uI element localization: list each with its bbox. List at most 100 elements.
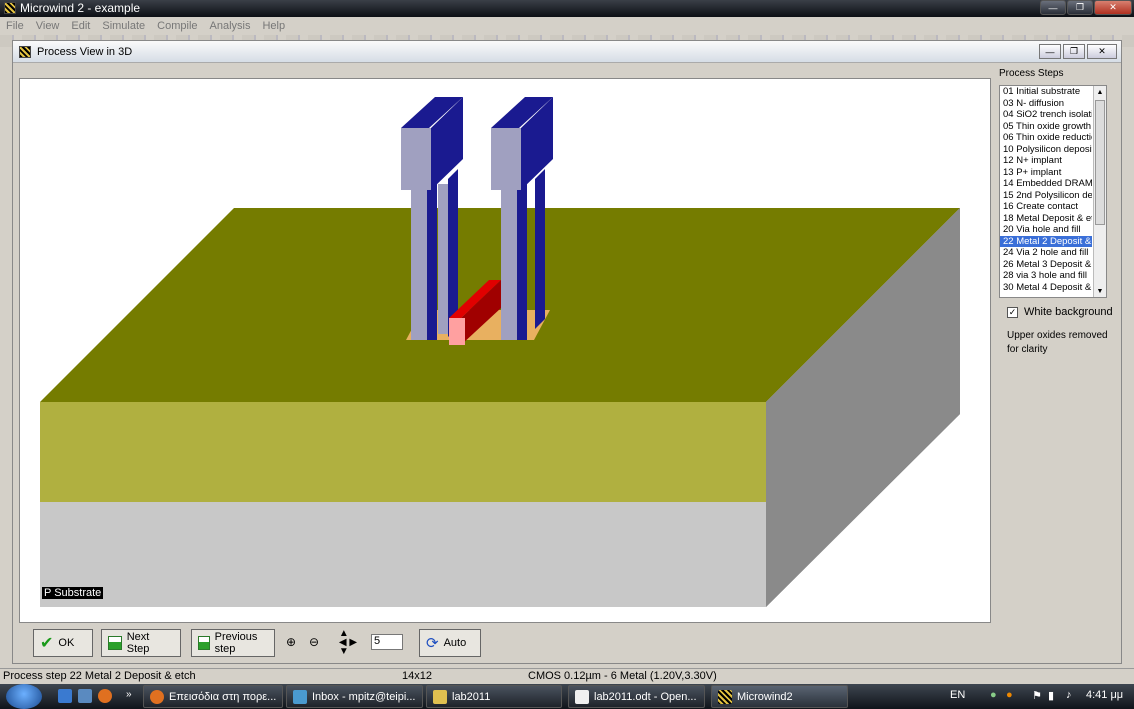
tray-volume-icon[interactable]: ♪ — [1066, 689, 1072, 701]
step-size-input[interactable]: 5 — [371, 634, 403, 650]
menu-analysis[interactable]: Analysis — [210, 20, 251, 32]
firefox-icon — [150, 689, 164, 704]
process-step-item[interactable]: 13 P+ implant — [1000, 167, 1092, 179]
task-inbox[interactable]: Inbox - mpitz@teipi... — [286, 685, 423, 708]
clock[interactable]: 4:41 μμ — [1086, 689, 1123, 701]
white-background-checkbox[interactable]: ✓ — [1007, 306, 1018, 318]
previous-step-button[interactable]: Previous step — [191, 629, 275, 657]
document-icon — [575, 689, 589, 704]
taskbar: » Επεισόδια στη πορε... Inbox - mpitz@te… — [0, 684, 1134, 709]
app-window: Microwind 2 - example — ❐ ✕ File View Ed… — [0, 0, 1134, 684]
task-inbox-label: Inbox - mpitz@teipi... — [312, 690, 416, 703]
steps-scrollbar[interactable]: ▲ ▼ — [1093, 86, 1106, 297]
firefox-quicklaunch-icon[interactable] — [98, 689, 112, 703]
process-step-item[interactable]: 18 Metal Deposit & etch — [1000, 213, 1092, 225]
process-step-item[interactable]: 20 Via hole and fill — [1000, 224, 1092, 236]
task-firefox-label: Επεισόδια στη πορε... — [169, 690, 277, 703]
white-background-toggle[interactable]: ✓ White background — [1007, 306, 1113, 318]
switch-windows-icon[interactable] — [78, 689, 92, 703]
zoom-in-icon[interactable]: ⊕ — [281, 631, 301, 653]
language-indicator[interactable]: EN — [950, 689, 965, 701]
quicklaunch-overflow-icon[interactable]: » — [126, 689, 132, 700]
left-via-stack-dark — [427, 184, 437, 340]
tray-flag-icon[interactable]: ⚑ — [1032, 689, 1042, 702]
tray-update-icon[interactable]: ● — [1006, 689, 1013, 701]
process-view-window: Process View in 3D — ❐ ✕ P Substrate Pro… — [12, 40, 1122, 664]
previous-step-icon — [198, 636, 210, 650]
process-step-item[interactable]: 03 N- diffusion — [1000, 98, 1092, 110]
microwind-app-icon — [4, 2, 16, 14]
task-lab2011-folder-label: lab2011 — [452, 690, 491, 703]
process-step-item[interactable]: 10 Polysilicon deposit — [1000, 144, 1092, 156]
process-step-item[interactable]: 30 Metal 4 Deposit & — [1000, 282, 1092, 294]
status-grid: 14x12 — [402, 670, 432, 682]
process-step-item[interactable]: 14 Embedded DRAM — [1000, 178, 1092, 190]
task-firefox[interactable]: Επεισόδια στη πορε... — [143, 685, 283, 708]
process-step-item[interactable]: 16 Create contact — [1000, 201, 1092, 213]
child-close-button[interactable]: ✕ — [1087, 44, 1117, 59]
3d-view-canvas[interactable]: P Substrate — [19, 78, 991, 623]
white-background-label: White background — [1024, 306, 1113, 318]
substrate-front-face-oxide — [40, 402, 766, 502]
folder-icon — [433, 689, 447, 704]
menu-edit[interactable]: Edit — [71, 20, 90, 32]
app-titlebar: Microwind 2 - example — ❐ ✕ — [0, 0, 1134, 17]
microwind-task-icon — [718, 689, 732, 704]
process-step-item[interactable]: 15 2nd Polysilicon dep — [1000, 190, 1092, 202]
left-via-stack-light — [411, 189, 427, 340]
left-via-stack-light-2 — [438, 184, 448, 334]
status-tech: CMOS 0.12µm - 6 Metal (1.20V,3.30V) — [528, 670, 717, 682]
close-button[interactable]: ✕ — [1094, 0, 1132, 15]
substrate-front-face-silicon — [40, 502, 766, 607]
task-lab2011-folder[interactable]: lab2011 — [426, 685, 562, 708]
process-step-item[interactable]: 24 Via 2 hole and fill — [1000, 247, 1092, 259]
process-step-item[interactable]: 28 via 3 hole and fill — [1000, 270, 1092, 282]
process-step-item[interactable]: 04 SiO2 trench isolation — [1000, 109, 1092, 121]
menu-file[interactable]: File — [6, 20, 24, 32]
right-via-stack-light — [501, 189, 517, 340]
task-lab2011-odt-label: lab2011.odt - Open... — [594, 690, 697, 703]
ok-button[interactable]: ✔ OK — [33, 629, 93, 657]
process-steps-list[interactable]: 01 Initial substrate 03 N- diffusion 04 Si… — [999, 85, 1107, 298]
minimize-button[interactable]: — — [1040, 0, 1066, 15]
next-step-icon — [108, 636, 122, 650]
menu-help[interactable]: Help — [262, 20, 285, 32]
status-bar: Process step 22 Metal 2 Deposit & etch 1… — [0, 668, 1134, 684]
start-button[interactable] — [6, 684, 42, 709]
process-step-item[interactable]: 22 Metal 2 Deposit & — [1000, 235, 1092, 247]
status-step: Process step 22 Metal 2 Deposit & etch — [3, 670, 196, 682]
process-step-item[interactable]: 26 Metal 3 Deposit & — [1000, 259, 1092, 271]
scroll-up-icon[interactable]: ▲ — [1094, 86, 1106, 98]
oxide-note: Upper oxides removed for clarity — [1007, 330, 1108, 355]
process-view-icon — [19, 46, 31, 58]
auto-button[interactable]: ⟳ Auto — [419, 629, 481, 657]
maximize-button[interactable]: ❐ — [1067, 0, 1093, 15]
scroll-thumb[interactable] — [1095, 100, 1105, 225]
process-steps-label: Process Steps — [999, 68, 1064, 79]
process-step-item[interactable]: 05 Thin oxide growth — [1000, 121, 1092, 133]
pan-arrows-icon[interactable]: ▲ ◀ ▶ ▼ — [333, 628, 363, 656]
tray-network-icon[interactable]: ● — [990, 689, 997, 701]
menu-simulate[interactable]: Simulate — [102, 20, 145, 32]
refresh-icon: ⟳ — [426, 635, 439, 652]
auto-button-label: Auto — [443, 637, 467, 649]
process-step-item[interactable]: 06 Thin oxide reduction — [1000, 132, 1092, 144]
mail-icon — [293, 689, 307, 704]
next-step-label: Next Step — [126, 631, 150, 655]
child-restore-button[interactable]: ❐ — [1063, 44, 1085, 59]
app-title: Microwind 2 - example — [20, 1, 141, 15]
tray-power-icon[interactable]: ▮ — [1048, 689, 1054, 702]
show-desktop-icon[interactable] — [58, 689, 72, 703]
menu-compile[interactable]: Compile — [157, 20, 197, 32]
process-step-item[interactable]: 01 Initial substrate — [1000, 86, 1092, 98]
task-microwind2[interactable]: Microwind2 — [711, 685, 848, 708]
zoom-out-icon[interactable]: ⊖ — [304, 631, 324, 653]
child-minimize-button[interactable]: — — [1039, 44, 1061, 59]
task-lab2011-odt[interactable]: lab2011.odt - Open... — [568, 685, 705, 708]
menu-view[interactable]: View — [36, 20, 60, 32]
process-view-titlebar: Process View in 3D — ❐ ✕ — [13, 41, 1121, 63]
next-step-button[interactable]: Next Step — [101, 629, 181, 657]
previous-step-label: Previous step — [214, 631, 258, 655]
process-step-item[interactable]: 12 N+ implant — [1000, 155, 1092, 167]
scroll-down-icon[interactable]: ▼ — [1094, 285, 1106, 297]
